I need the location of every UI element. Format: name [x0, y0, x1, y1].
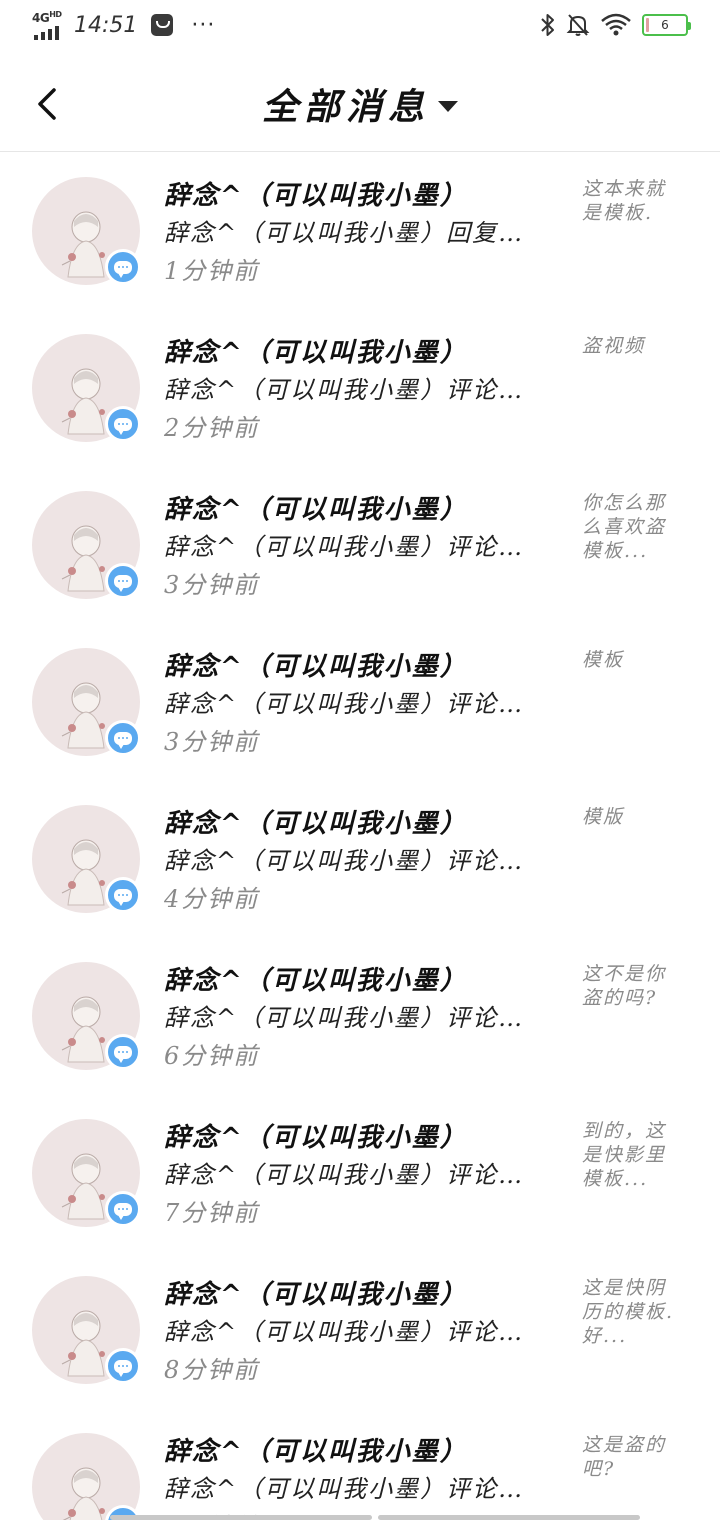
message-item[interactable]: 辞念^（可以叫我小墨） 辞念^（可以叫我小墨）评论… 7分钟前 到的，这是快影里… — [0, 1095, 720, 1252]
message-time: 3分钟前 — [164, 571, 260, 599]
message-time: 8分钟前 — [164, 1356, 260, 1384]
message-time: 3分钟前 — [164, 728, 260, 756]
message-time: 6分钟前 — [164, 1042, 260, 1070]
message-item[interactable]: 辞念^（可以叫我小墨） 辞念^（可以叫我小墨）评论… 9分钟前 这是盗的吧? — [0, 1409, 720, 1520]
sender-name: 辞念^（可以叫我小墨） — [164, 809, 468, 839]
sender-name: 辞念^（可以叫我小墨） — [164, 1280, 468, 1310]
page-title: 全部消息 — [261, 86, 430, 128]
sender-name: 辞念^（可以叫我小墨） — [164, 181, 468, 211]
message-item[interactable]: 辞念^（可以叫我小墨） 辞念^（可以叫我小墨）评论… 4分钟前 模版 — [0, 781, 720, 938]
content-preview-text: 这不是你盗的吗? — [582, 963, 667, 1009]
sender-name: 辞念^（可以叫我小墨） — [164, 1123, 468, 1153]
network-type: 4G — [32, 11, 50, 25]
content-preview[interactable]: 盗视频 — [582, 334, 682, 358]
bell-muted-icon — [566, 14, 590, 36]
message-item[interactable]: 辞念^（可以叫我小墨） 辞念^（可以叫我小墨）评论… 2分钟前 盗视频 — [0, 310, 720, 467]
content-preview-text: 这本来就是模板. — [582, 178, 667, 224]
message-action: 辞念^（可以叫我小墨）评论… — [164, 1475, 525, 1503]
message-time: 4分钟前 — [164, 885, 260, 913]
comment-badge-icon — [105, 249, 141, 285]
content-preview[interactable]: 你怎么那么喜欢盗模板... — [582, 491, 682, 563]
sender-name: 辞念^（可以叫我小墨） — [164, 495, 468, 525]
content-preview-text: 模版 — [582, 806, 625, 828]
comment-badge-icon — [105, 1034, 141, 1070]
content-preview[interactable]: 模版 — [582, 805, 682, 829]
content-preview-text: 到的，这是快影里模板... — [582, 1120, 667, 1190]
wifi-icon — [601, 13, 631, 36]
content-preview-text: 模板 — [582, 649, 625, 671]
sender-name: 辞念^（可以叫我小墨） — [164, 1437, 468, 1467]
content-preview[interactable]: 这不是你盗的吗? — [582, 962, 682, 1010]
message-list: 辞念^（可以叫我小墨） 辞念^（可以叫我小墨）回复… 1分钟前 这本来就是模板.… — [0, 153, 720, 1520]
comment-badge-icon — [105, 877, 141, 913]
sender-name: 辞念^（可以叫我小墨） — [164, 338, 468, 368]
content-preview[interactable]: 这本来就是模板. — [582, 177, 682, 225]
content-preview[interactable]: 这是盗的吧? — [582, 1433, 682, 1481]
message-time: 1分钟前 — [164, 257, 260, 285]
message-action: 辞念^（可以叫我小墨）评论… — [164, 1318, 525, 1346]
message-item[interactable]: 辞念^（可以叫我小墨） 辞念^（可以叫我小墨）评论… 3分钟前 你怎么那么喜欢盗… — [0, 467, 720, 624]
content-preview-text: 盗视频 — [582, 335, 646, 357]
sender-name: 辞念^（可以叫我小墨） — [164, 966, 468, 996]
status-time: 14:51 — [74, 12, 138, 38]
sender-name: 辞念^（可以叫我小墨） — [164, 652, 468, 682]
message-item[interactable]: 辞念^（可以叫我小墨） 辞念^（可以叫我小墨）回复… 1分钟前 这本来就是模板. — [0, 153, 720, 310]
more-notifications-icon: ··· — [191, 12, 216, 38]
message-action: 辞念^（可以叫我小墨）评论… — [164, 533, 525, 561]
page-header: 全部消息 — [0, 54, 720, 152]
status-bar: 4GHD 14:51 ··· 6 — [0, 0, 720, 54]
content-preview-text: 你怎么那么喜欢盗模板... — [582, 492, 667, 562]
caret-down-icon — [438, 100, 458, 112]
content-preview[interactable]: 到的，这是快影里模板... — [582, 1119, 682, 1191]
comment-badge-icon — [105, 1191, 141, 1227]
content-preview-text: 这是快阴历的模板. 好... — [582, 1277, 675, 1347]
message-item[interactable]: 辞念^（可以叫我小墨） 辞念^（可以叫我小墨）评论… 3分钟前 模板 — [0, 624, 720, 781]
message-action: 辞念^（可以叫我小墨）评论… — [164, 1161, 525, 1189]
message-item[interactable]: 辞念^（可以叫我小墨） 辞念^（可以叫我小墨）评论… 8分钟前 这是快阴历的模板… — [0, 1252, 720, 1409]
message-action: 辞念^（可以叫我小墨）回复… — [164, 219, 525, 247]
comment-badge-icon — [105, 1348, 141, 1384]
content-preview-text: 这是盗的吧? — [582, 1434, 667, 1480]
message-time: 2分钟前 — [164, 414, 260, 442]
message-item[interactable]: 辞念^（可以叫我小墨） 辞念^（可以叫我小墨）评论… 6分钟前 这不是你盗的吗? — [0, 938, 720, 1095]
battery-icon: 6 — [642, 14, 691, 36]
content-preview[interactable]: 模板 — [582, 648, 682, 672]
comment-badge-icon — [105, 720, 141, 756]
message-time: 7分钟前 — [164, 1199, 260, 1227]
message-action: 辞念^（可以叫我小墨）评论… — [164, 376, 525, 404]
message-action: 辞念^（可以叫我小墨）评论… — [164, 1004, 525, 1032]
bluetooth-icon — [541, 14, 554, 36]
comment-badge-icon — [105, 563, 141, 599]
message-filter-dropdown[interactable]: 全部消息 — [0, 78, 720, 130]
comment-badge-icon — [105, 406, 141, 442]
scroll-indicator — [110, 1515, 640, 1520]
network-hd: HD — [49, 10, 62, 19]
content-preview[interactable]: 这是快阴历的模板. 好... — [582, 1276, 682, 1348]
message-action: 辞念^（可以叫我小墨）评论… — [164, 690, 525, 718]
notification-app-icon — [151, 14, 174, 36]
cellular-signal-icon: 4GHD — [32, 10, 66, 40]
battery-level: 6 — [661, 18, 669, 32]
message-action: 辞念^（可以叫我小墨）评论… — [164, 847, 525, 875]
